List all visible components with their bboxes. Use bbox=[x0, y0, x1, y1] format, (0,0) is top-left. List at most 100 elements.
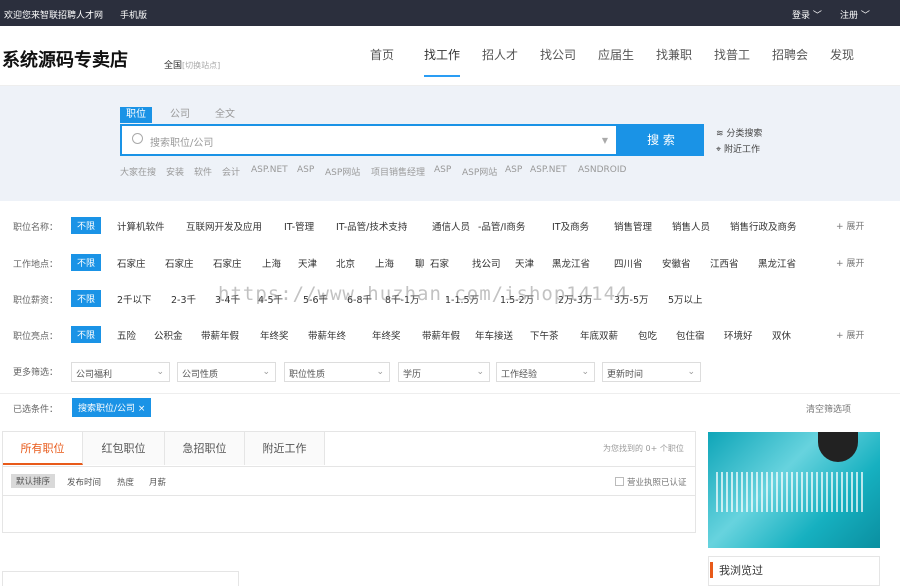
filter-item[interactable]: 五险 bbox=[117, 328, 136, 342]
filter-item[interactable]: 天津 bbox=[515, 256, 534, 270]
filter-item[interactable]: 包住宿 bbox=[676, 328, 705, 342]
filter-item[interactable]: 石家庄 bbox=[117, 256, 146, 270]
filter-item[interactable]: IT-管理 bbox=[284, 219, 314, 233]
filter-item[interactable]: 带薪年假 bbox=[422, 328, 460, 342]
select-update-time[interactable]: 更新时间 ⌄ bbox=[602, 362, 701, 382]
filter-item[interactable]: 安徽省 bbox=[662, 256, 691, 270]
filter-item[interactable]: 黑龙江省 bbox=[758, 256, 796, 270]
hot-item[interactable]: 软件 bbox=[194, 165, 212, 178]
category-search-link[interactable]: ≋ 分类搜索 bbox=[716, 126, 762, 139]
nav-worker[interactable]: 找普工 bbox=[714, 46, 750, 63]
nav-find-job[interactable]: 找工作 bbox=[424, 46, 461, 77]
tab-nearby-jobs[interactable]: 附近工作 bbox=[245, 432, 325, 465]
hot-item[interactable]: ASP bbox=[297, 165, 314, 175]
filter-item[interactable]: 下午茶 bbox=[530, 328, 559, 342]
tab-urgent-jobs[interactable]: 急招职位 bbox=[165, 432, 245, 465]
nav-companies[interactable]: 找公司 bbox=[540, 46, 576, 63]
filter-item[interactable]: 销售人员 bbox=[672, 219, 710, 233]
select-welfare[interactable]: 公司福利 ⌄ bbox=[71, 362, 170, 382]
select-job-type[interactable]: 职位性质 ⌄ bbox=[284, 362, 390, 382]
nav-home[interactable]: 首页 bbox=[370, 46, 394, 63]
hot-item[interactable]: ASP bbox=[505, 165, 522, 175]
filter-item[interactable]: 年车接送 bbox=[475, 328, 513, 342]
filter-item[interactable]: IT及商务 bbox=[552, 219, 589, 233]
filter-item[interactable]: 四川省 bbox=[614, 256, 643, 270]
advertisement-banner[interactable] bbox=[708, 432, 880, 548]
filter-item[interactable]: 计算机软件 bbox=[117, 219, 165, 233]
filter-item[interactable]: 江西省 bbox=[710, 256, 739, 270]
filter-item[interactable]: 年终奖 bbox=[260, 328, 289, 342]
select-experience[interactable]: 工作经验 ⌄ bbox=[496, 362, 595, 382]
filter-item[interactable]: 天津 bbox=[298, 256, 317, 270]
filter-unlimited[interactable]: 不限 bbox=[71, 217, 102, 234]
search-tab-fulltext[interactable]: 全文 bbox=[215, 107, 235, 123]
tab-redpacket-jobs[interactable]: 红包职位 bbox=[83, 432, 165, 465]
filter-item[interactable]: 包吃 bbox=[638, 328, 657, 342]
filter-item[interactable]: 环境好 bbox=[724, 328, 753, 342]
city-selector[interactable]: 全国[切换站点] bbox=[164, 58, 220, 71]
filter-item[interactable]: 年底双薪 bbox=[580, 328, 618, 342]
hot-item[interactable]: 项目销售经理 bbox=[371, 165, 425, 178]
hot-item[interactable]: ASP网站 bbox=[325, 165, 360, 178]
expand-button[interactable]: + 展开 bbox=[836, 219, 864, 232]
filter-item[interactable]: 通信人员 bbox=[432, 219, 470, 233]
filter-item[interactable]: 销售管理 bbox=[614, 219, 652, 233]
filter-item[interactable]: 销售行政及商务 bbox=[730, 219, 797, 233]
chosen-tag[interactable]: 搜索职位/公司 × bbox=[72, 398, 152, 417]
filter-item[interactable]: 黑龙江省 bbox=[552, 256, 590, 270]
mobile-link[interactable]: 手机版 bbox=[120, 8, 147, 21]
hot-item[interactable]: 会计 bbox=[222, 165, 240, 178]
sort-popularity[interactable]: 热度 bbox=[117, 476, 134, 488]
search-input[interactable]: 搜索职位/公司 ▼ bbox=[120, 124, 618, 156]
filter-item[interactable]: 石家庄 bbox=[213, 256, 242, 270]
hot-item[interactable]: ASP.NET bbox=[530, 165, 567, 175]
filter-item[interactable]: 2-3千 bbox=[171, 292, 196, 306]
filter-item[interactable]: 5万以上 bbox=[668, 292, 703, 306]
city-switch[interactable]: [切换站点] bbox=[182, 61, 220, 70]
select-company-type[interactable]: 公司性质 ⌄ bbox=[177, 362, 276, 382]
filter-unlimited[interactable]: 不限 bbox=[71, 290, 102, 307]
filter-item[interactable]: 带薪年终 bbox=[308, 328, 346, 342]
nav-jobfair[interactable]: 招聘会 bbox=[772, 46, 808, 63]
hot-item[interactable]: ASP网站 bbox=[462, 165, 497, 178]
register-link[interactable]: 注册 ﹀ bbox=[840, 8, 870, 21]
hot-item[interactable]: ASNDROID bbox=[578, 165, 626, 175]
search-button[interactable]: 搜 索 bbox=[618, 124, 704, 156]
filter-item[interactable]: 石家庄 bbox=[165, 256, 194, 270]
filter-item[interactable]: 石家 bbox=[430, 256, 449, 270]
filter-item[interactable]: 互联网开发及应用 bbox=[186, 219, 262, 233]
tab-all-jobs[interactable]: 所有职位 bbox=[3, 432, 83, 465]
filter-item[interactable]: 北京 bbox=[336, 256, 355, 270]
filter-item[interactable]: 带薪年假 bbox=[201, 328, 239, 342]
select-education[interactable]: 学历 ⌄ bbox=[398, 362, 490, 382]
sort-default[interactable]: 默认排序 bbox=[11, 474, 56, 488]
nav-graduates[interactable]: 应届生 bbox=[598, 46, 634, 63]
filter-unlimited[interactable]: 不限 bbox=[71, 326, 102, 343]
filter-item[interactable]: 双休 bbox=[772, 328, 791, 342]
filter-item[interactable]: 找公司 bbox=[472, 256, 501, 270]
nearby-jobs-link[interactable]: ⌖ 附近工作 bbox=[716, 142, 760, 155]
license-checkbox[interactable]: 营业执照已认证 bbox=[615, 476, 687, 488]
search-tab-company[interactable]: 公司 bbox=[170, 107, 190, 123]
filter-item[interactable]: 2千以下 bbox=[117, 292, 152, 306]
login-link[interactable]: 登录 ﹀ bbox=[792, 8, 822, 21]
search-tab-job[interactable]: 职位 bbox=[120, 107, 152, 123]
hot-item[interactable]: 安装 bbox=[166, 165, 184, 178]
sort-salary[interactable]: 月薪 bbox=[149, 476, 166, 488]
chevron-down-icon[interactable]: ▼ bbox=[602, 136, 608, 145]
filter-item[interactable]: -品管/I商务 bbox=[478, 219, 525, 233]
hot-item[interactable]: ASP.NET bbox=[251, 165, 288, 175]
sort-publish-time[interactable]: 发布时间 bbox=[67, 476, 101, 488]
expand-button[interactable]: + 展开 bbox=[836, 256, 864, 269]
filter-item[interactable]: 年终奖 bbox=[372, 328, 401, 342]
filter-item[interactable]: 上海 bbox=[375, 256, 394, 270]
filter-item[interactable]: IT-品管/技术支持 bbox=[336, 219, 407, 233]
nav-discover[interactable]: 发现 bbox=[830, 46, 854, 63]
filter-unlimited[interactable]: 不限 bbox=[71, 254, 102, 271]
nav-recruit[interactable]: 招人才 bbox=[482, 46, 518, 63]
filter-item[interactable]: 聊 bbox=[415, 256, 425, 270]
expand-button[interactable]: + 展开 bbox=[836, 328, 864, 341]
nav-parttime[interactable]: 找兼职 bbox=[656, 46, 692, 63]
filter-item[interactable]: 上海 bbox=[262, 256, 281, 270]
site-logo[interactable]: 系统源码专卖店 bbox=[2, 46, 128, 72]
